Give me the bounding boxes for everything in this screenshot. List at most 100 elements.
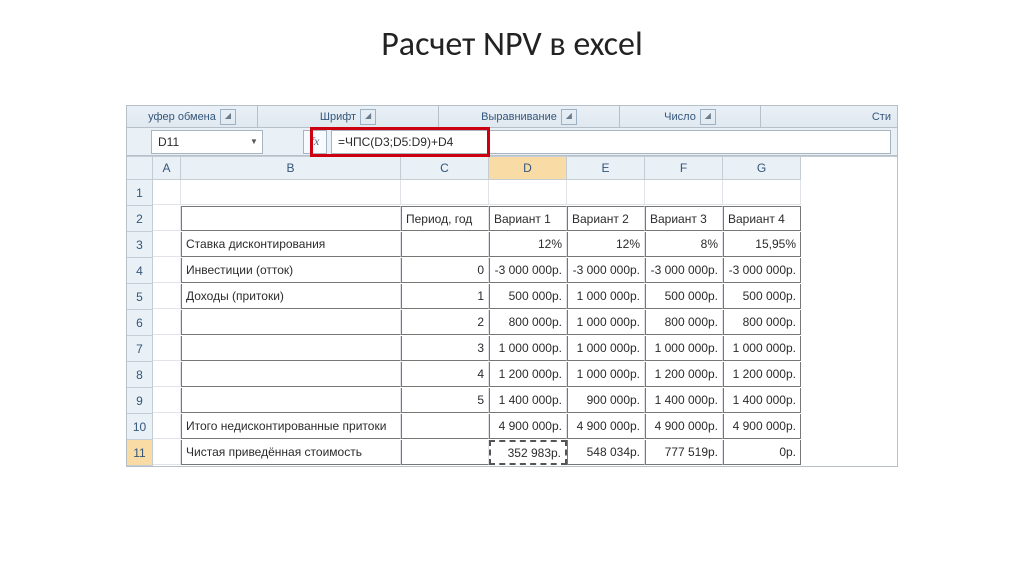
cell[interactable]: [489, 180, 567, 205]
cell[interactable]: [181, 180, 401, 205]
cell-period[interactable]: 3: [401, 336, 489, 361]
cell-label[interactable]: Чистая приведённая стоимость: [181, 440, 401, 465]
cell-label[interactable]: [181, 362, 401, 387]
cell-period[interactable]: [401, 414, 489, 439]
row-header[interactable]: 1: [127, 180, 153, 206]
name-box[interactable]: D11 ▼: [151, 130, 263, 154]
cell-period[interactable]: 1: [401, 284, 489, 309]
cell-value[interactable]: 1 200 000р.: [645, 362, 723, 387]
cell-label[interactable]: [181, 388, 401, 413]
cell-value[interactable]: 800 000р.: [645, 310, 723, 335]
cell[interactable]: [181, 206, 401, 231]
cell-value[interactable]: 900 000р.: [567, 388, 645, 413]
row-header[interactable]: 5: [127, 284, 153, 310]
cell-value[interactable]: -3 000 000р.: [645, 258, 723, 283]
select-all-corner[interactable]: [127, 157, 153, 180]
ribbon-group-alignment[interactable]: Выравнивание ◢: [439, 106, 620, 127]
dialog-launcher-icon[interactable]: ◢: [561, 109, 577, 125]
cell-value[interactable]: 1 000 000р.: [567, 284, 645, 309]
cell-value[interactable]: 548 034р.: [567, 440, 645, 465]
cell[interactable]: [153, 284, 181, 309]
cell-value[interactable]: 800 000р.: [723, 310, 801, 335]
cell-value[interactable]: 1 000 000р.: [489, 336, 567, 361]
cell-value[interactable]: 500 000р.: [723, 284, 801, 309]
ribbon-group-number[interactable]: Число ◢: [620, 106, 761, 127]
fx-button[interactable]: fx: [303, 130, 327, 154]
cell[interactable]: [153, 206, 181, 231]
dialog-launcher-icon[interactable]: ◢: [220, 109, 236, 125]
cell-period[interactable]: 0: [401, 258, 489, 283]
ribbon-group-font[interactable]: Шрифт ◢: [258, 106, 439, 127]
cell-value[interactable]: 1 200 000р.: [723, 362, 801, 387]
row-header[interactable]: 4: [127, 258, 153, 284]
cell-value[interactable]: 1 000 000р.: [567, 336, 645, 361]
cell-header-v2[interactable]: Вариант 2: [567, 206, 645, 231]
dialog-launcher-icon[interactable]: ◢: [700, 109, 716, 125]
dialog-launcher-icon[interactable]: ◢: [360, 109, 376, 125]
row-header[interactable]: 7: [127, 336, 153, 362]
row-header[interactable]: 2: [127, 206, 153, 232]
row-header[interactable]: 8: [127, 362, 153, 388]
cell-label[interactable]: Доходы (притоки): [181, 284, 401, 309]
cell-label[interactable]: Инвестиции (отток): [181, 258, 401, 283]
column-header[interactable]: D: [489, 157, 567, 180]
cell-value[interactable]: 800 000р.: [489, 310, 567, 335]
cell-header-v4[interactable]: Вариант 4: [723, 206, 801, 231]
column-header[interactable]: C: [401, 157, 489, 180]
cell-value[interactable]: -3 000 000р.: [489, 258, 567, 283]
cell-value[interactable]: 4 900 000р.: [489, 414, 567, 439]
chevron-down-icon[interactable]: ▼: [246, 137, 262, 146]
cell[interactable]: [153, 440, 181, 465]
cell-value[interactable]: -3 000 000р.: [723, 258, 801, 283]
cell-value[interactable]: 4 900 000р.: [567, 414, 645, 439]
cell-header-period[interactable]: Период, год: [401, 206, 489, 231]
cell[interactable]: [153, 362, 181, 387]
cell-value[interactable]: 12%: [489, 232, 567, 257]
row-header[interactable]: 10: [127, 414, 153, 440]
cell-period[interactable]: 2: [401, 310, 489, 335]
formula-input[interactable]: =ЧПС(D3;D5:D9)+D4: [331, 130, 891, 154]
cell[interactable]: [401, 180, 489, 205]
cell-header-v1[interactable]: Вариант 1: [489, 206, 567, 231]
cell-value[interactable]: 1 000 000р.: [723, 336, 801, 361]
cell-value[interactable]: -3 000 000р.: [567, 258, 645, 283]
cell[interactable]: [153, 232, 181, 257]
cell[interactable]: [567, 180, 645, 205]
cell-period[interactable]: [401, 440, 489, 465]
cell-value[interactable]: 1 000 000р.: [567, 362, 645, 387]
cell-label[interactable]: [181, 310, 401, 335]
cell-header-v3[interactable]: Вариант 3: [645, 206, 723, 231]
spreadsheet-grid[interactable]: ABCDEFG12Период, годВариант 1Вариант 2Ва…: [127, 156, 897, 466]
cell-value[interactable]: 0р.: [723, 440, 801, 465]
cell-value[interactable]: 12%: [567, 232, 645, 257]
column-header[interactable]: A: [153, 157, 181, 180]
cell-value[interactable]: 4 900 000р.: [645, 414, 723, 439]
cell-value[interactable]: 1 400 000р.: [489, 388, 567, 413]
cell-value[interactable]: 352 983р.: [489, 440, 567, 465]
cell-label[interactable]: Итого недисконтированные притоки: [181, 414, 401, 439]
cell-value[interactable]: 1 400 000р.: [723, 388, 801, 413]
cell[interactable]: [723, 180, 801, 205]
ribbon-group-styles[interactable]: Сти: [761, 106, 897, 127]
cell-value[interactable]: 500 000р.: [489, 284, 567, 309]
cell-value[interactable]: 8%: [645, 232, 723, 257]
row-header[interactable]: 11: [127, 440, 153, 466]
cell-value[interactable]: 15,95%: [723, 232, 801, 257]
cell[interactable]: [153, 414, 181, 439]
cell[interactable]: [153, 388, 181, 413]
cell-period[interactable]: 4: [401, 362, 489, 387]
cell-value[interactable]: 777 519р.: [645, 440, 723, 465]
column-header[interactable]: E: [567, 157, 645, 180]
cell-value[interactable]: 1 200 000р.: [489, 362, 567, 387]
cell-label[interactable]: Ставка дисконтирования: [181, 232, 401, 257]
cell-label[interactable]: [181, 336, 401, 361]
cell-period[interactable]: 5: [401, 388, 489, 413]
cell-value[interactable]: 1 000 000р.: [567, 310, 645, 335]
row-header[interactable]: 3: [127, 232, 153, 258]
cell-value[interactable]: 4 900 000р.: [723, 414, 801, 439]
cell-period[interactable]: [401, 232, 489, 257]
column-header[interactable]: B: [181, 157, 401, 180]
ribbon-group-clipboard[interactable]: уфер обмена ◢: [127, 106, 258, 127]
cell[interactable]: [153, 336, 181, 361]
cell[interactable]: [153, 258, 181, 283]
